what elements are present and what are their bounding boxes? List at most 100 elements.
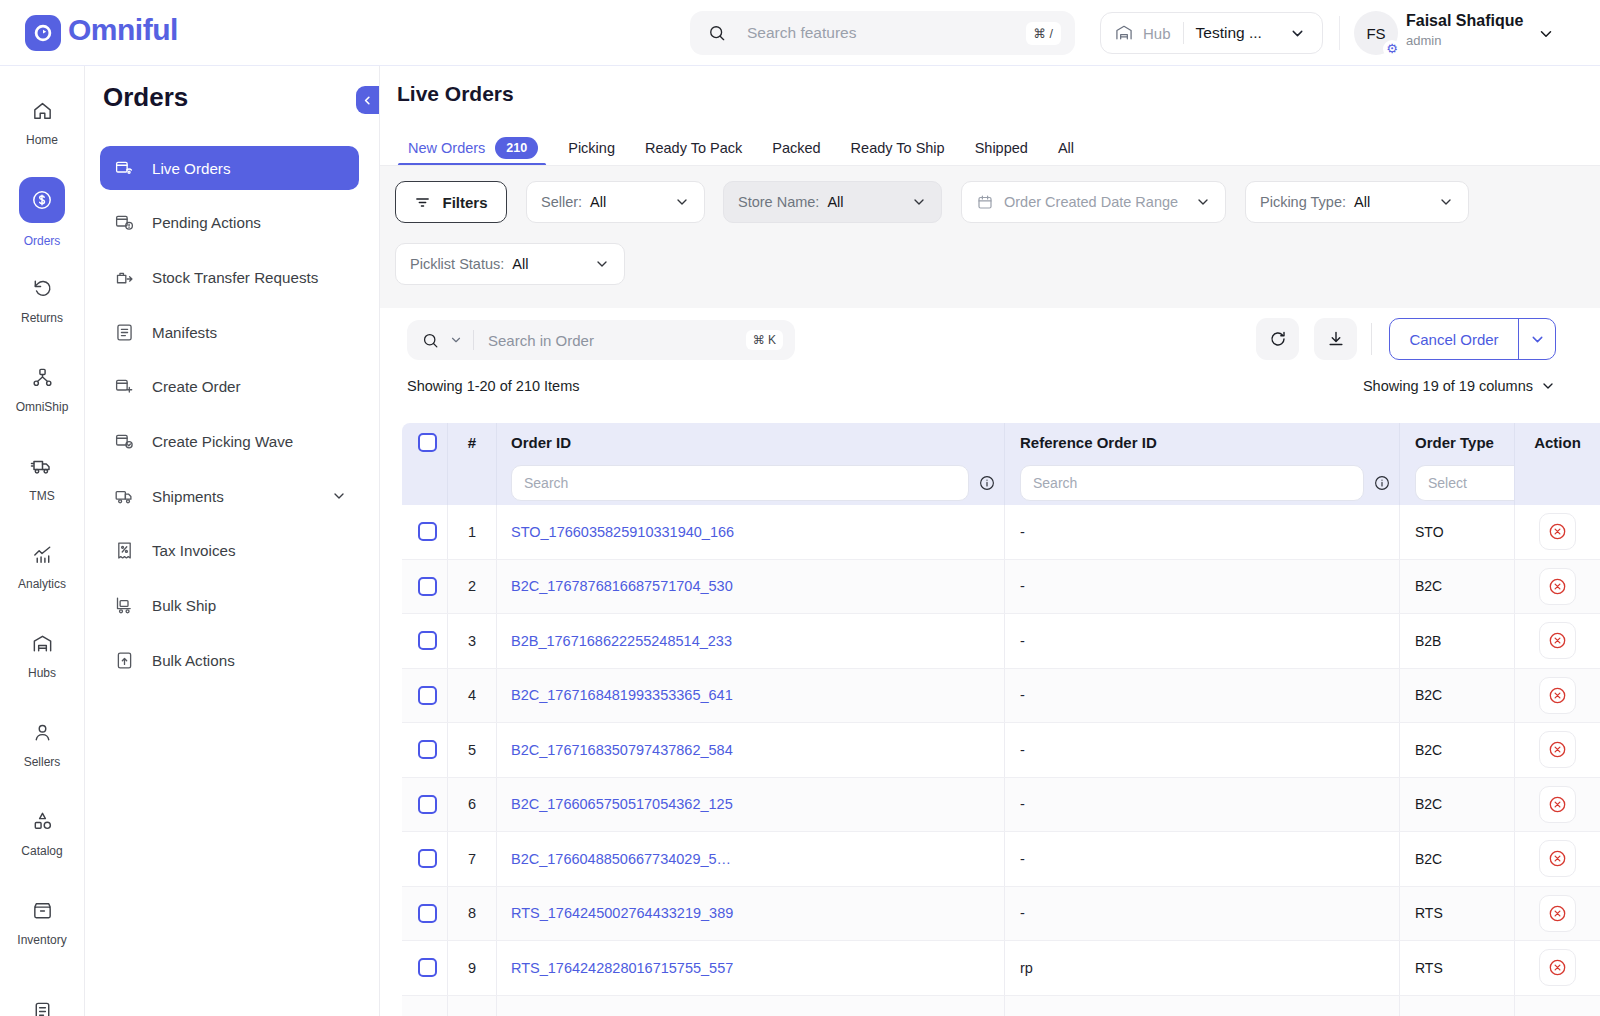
row-checkbox[interactable] (418, 958, 437, 977)
hub-selector[interactable]: Hub Testing ... (1100, 12, 1323, 54)
order-id-link[interactable]: B2C_1767168350797437862_584 (511, 742, 733, 758)
filter-band: Filters Seller: All Store Name: All Orde… (380, 166, 1600, 308)
date-range-filter[interactable]: Order Created Date Range (961, 181, 1226, 223)
order-id-search-input[interactable] (511, 465, 969, 501)
create-order-icon (114, 376, 135, 397)
order-id-link[interactable]: RTS_1764245002764433219_389 (511, 905, 733, 921)
row-checkbox[interactable] (418, 795, 437, 814)
columns-count[interactable]: Showing 19 of 19 columns (1363, 378, 1556, 394)
avatar[interactable]: FS ⚙ (1354, 11, 1398, 55)
order-id-link[interactable]: B2C_1766065750517054362_125 (511, 796, 733, 812)
cancel-row-button[interactable] (1539, 568, 1576, 605)
omniful-logo-icon[interactable] (25, 15, 61, 51)
rail-item-analytics[interactable]: Analytics (0, 523, 84, 612)
hub-label: Hub (1143, 25, 1171, 42)
cancel-row-button[interactable] (1539, 895, 1576, 932)
rail-item-inventory[interactable]: Inventory (0, 878, 84, 967)
row-checkbox[interactable] (418, 577, 437, 596)
tab-shipped[interactable]: Shipped (975, 130, 1028, 166)
rail-item-catalog[interactable]: Catalog (0, 789, 84, 878)
search-divider (473, 330, 474, 350)
cancel-row-button[interactable] (1539, 677, 1576, 714)
cancel-row-button[interactable] (1539, 949, 1576, 986)
row-checkbox[interactable] (418, 631, 437, 650)
stock-transfer-icon (114, 267, 135, 288)
cancel-row-button[interactable] (1539, 840, 1576, 877)
tab-ready-to-pack[interactable]: Ready To Pack (645, 130, 742, 166)
tab-ready-to-ship[interactable]: Ready To Ship (851, 130, 945, 166)
sidebar-item-shipments[interactable]: Shipments (100, 474, 359, 518)
order-search[interactable]: Search in Order ⌘ K (407, 320, 795, 360)
order-id-link[interactable]: RTS_1764242828016715755_557 (511, 960, 733, 976)
table-row-partial (402, 996, 1600, 1016)
row-checkbox[interactable] (418, 740, 437, 759)
sidebar-item-live-orders[interactable]: Live Orders (100, 146, 359, 190)
picklist-status-filter[interactable]: Picklist Status: All (395, 243, 625, 285)
icon-rail: Home Orders Returns OmniShip TMS Analyti… (0, 66, 85, 1016)
refresh-button[interactable] (1256, 318, 1299, 360)
global-search[interactable]: Search features ⌘ / (690, 11, 1075, 55)
user-menu-chevron-icon[interactable] (1537, 25, 1555, 43)
sidebar-collapse-button[interactable] (356, 86, 379, 114)
select-all-checkbox[interactable] (418, 433, 437, 452)
picking-type-filter[interactable]: Picking Type: All (1245, 181, 1469, 223)
brand-name[interactable]: Omniful (68, 13, 178, 47)
tab-all[interactable]: All (1058, 130, 1074, 166)
store-name-filter[interactable]: Store Name: All (723, 181, 942, 223)
sidebar-item-pending-actions[interactable]: Pending Actions (100, 201, 359, 245)
rail-item-home[interactable]: Home (0, 79, 84, 168)
chevron-down-icon[interactable] (449, 333, 463, 347)
cancel-row-button[interactable] (1539, 513, 1576, 550)
row-checkbox[interactable] (418, 686, 437, 705)
calendar-icon (976, 193, 994, 211)
order-id-link[interactable]: B2C_1767168481993353365_641 (511, 687, 733, 703)
rail-item-tms[interactable]: TMS (0, 434, 84, 523)
toolbar-divider (1371, 323, 1372, 355)
analytics-icon (31, 543, 54, 566)
cancel-row-button[interactable] (1539, 731, 1576, 768)
tab-picking[interactable]: Picking (568, 130, 615, 166)
cancel-order-dropdown[interactable] (1519, 319, 1555, 359)
rail-item-omniship[interactable]: OmniShip (0, 345, 84, 434)
sidebar-item-manifests[interactable]: Manifests (100, 310, 359, 354)
sidebar-menu: Live Orders Pending Actions Stock Transf… (100, 146, 359, 693)
cancel-row-button[interactable] (1539, 786, 1576, 823)
reference-search-input[interactable] (1020, 465, 1364, 501)
rail-item-hubs[interactable]: Hubs (0, 612, 84, 701)
filters-button[interactable]: Filters (395, 181, 507, 223)
sidebar-item-stock-transfer-requests[interactable]: Stock Transfer Requests (100, 255, 359, 299)
tab-packed[interactable]: Packed (772, 130, 820, 166)
tab-new-orders[interactable]: New Orders 210 (408, 130, 538, 166)
row-checkbox[interactable] (418, 904, 437, 923)
order-id-link[interactable]: B2C_1766048850667734029_5… (511, 851, 731, 867)
row-checkbox[interactable] (418, 522, 437, 541)
cancel-row-button[interactable] (1539, 622, 1576, 659)
sidebar-item-tax-invoices[interactable]: Tax Invoices (100, 529, 359, 573)
sidebar-item-create-picking-wave[interactable]: Create Picking Wave (100, 419, 359, 463)
cancel-order-label[interactable]: Cancel Order (1390, 319, 1519, 359)
chevron-down-icon (1438, 194, 1454, 210)
download-button[interactable] (1314, 318, 1357, 360)
row-checkbox[interactable] (418, 849, 437, 868)
order-id-link[interactable]: STO_1766035825910331940_166 (511, 524, 734, 540)
user-role: admin (1406, 33, 1441, 48)
top-header: Omniful Search features ⌘ / Hub Testing … (0, 0, 1600, 66)
sidebar-item-bulk-actions[interactable]: Bulk Actions (100, 638, 359, 682)
box-icon (31, 899, 54, 922)
search-icon (421, 331, 440, 350)
table-row: 2 B2C_1767876816687571704_530 - B2C (402, 560, 1600, 615)
rail-item-sellers[interactable]: Sellers (0, 701, 84, 790)
rail-item-orders[interactable]: Orders (0, 168, 84, 257)
sidebar-item-bulk-ship[interactable]: Bulk Ship (100, 584, 359, 628)
live-orders-icon (114, 158, 135, 179)
order-id-link[interactable]: B2C_1767876816687571704_530 (511, 578, 733, 594)
table-row: 1 STO_1766035825910331940_166 - STO (402, 505, 1600, 560)
document-icon (31, 1000, 54, 1016)
seller-filter[interactable]: Seller: All (526, 181, 705, 223)
sidebar-item-create-order[interactable]: Create Order (100, 365, 359, 409)
rail-item-returns[interactable]: Returns (0, 257, 84, 346)
rail-item-partial[interactable] (0, 967, 84, 1016)
order-id-link[interactable]: B2B_1767168622255248514_233 (511, 633, 732, 649)
order-type-select[interactable] (1415, 465, 1514, 501)
person-icon (31, 721, 54, 744)
